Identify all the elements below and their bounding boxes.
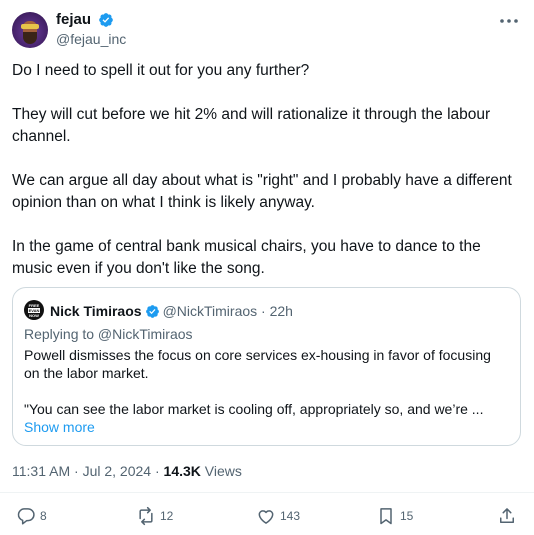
quoted-author-avatar: FREE EVAN NOW — [24, 300, 44, 320]
meta-separator: · — [154, 463, 160, 479]
bookmark-icon — [380, 508, 392, 525]
reply-button[interactable]: 8 — [16, 503, 47, 529]
meta-separator: · — [74, 463, 79, 479]
quoted-paragraph: "You can see the labor market is cooling… — [24, 401, 484, 417]
views-label: Views — [204, 463, 242, 479]
tweet-text: Do I need to spell it out for you any fu… — [12, 60, 524, 302]
quoted-tweet[interactable]: FREE EVAN NOW Nick Timiraos @NickTimirao… — [12, 287, 521, 446]
action-bar: 8 12 143 15 — [0, 503, 534, 529]
repost-count: 12 — [160, 509, 174, 523]
repost-icon — [139, 506, 153, 526]
tweet-paragraph: In the game of central bank musical chai… — [12, 238, 481, 277]
bookmark-count: 15 — [400, 509, 414, 523]
views-count: 14.3K — [163, 463, 201, 479]
share-icon — [500, 508, 514, 523]
share-button[interactable] — [497, 503, 517, 529]
author-handle[interactable]: @fejau_inc — [56, 30, 126, 48]
like-button[interactable]: 143 — [256, 503, 300, 529]
author-avatar[interactable] — [12, 12, 48, 48]
show-more-link[interactable]: Show more — [24, 418, 95, 436]
quoted-handle: @NickTimiraos — [162, 303, 258, 319]
author-display-name[interactable]: fejau — [56, 11, 91, 29]
reply-icon — [17, 508, 35, 525]
quoted-text: Powell dismisses the focus on core servi… — [24, 346, 510, 436]
tweet-paragraph: They will cut before we hit 2% and will … — [12, 106, 491, 145]
tweet-time[interactable]: 11:31 AM — [12, 463, 70, 479]
repost-button[interactable]: 12 — [136, 503, 173, 529]
verified-badge-icon — [145, 305, 159, 318]
tweet-header: fejau @fejau_inc — [12, 8, 522, 48]
quoted-paragraph: Powell dismisses the focus on core servi… — [24, 347, 491, 381]
reply-count: 8 — [40, 509, 47, 523]
bookmark-button[interactable]: 15 — [376, 503, 413, 529]
quoted-header: Nick Timiraos @NickTimiraos · 22h — [50, 302, 293, 320]
avatar-sunglasses — [21, 24, 39, 29]
verified-badge-icon — [99, 13, 114, 27]
quoted-display-name: Nick Timiraos — [50, 303, 142, 319]
avatar-beard — [23, 32, 37, 44]
tweet-paragraph: We can argue all day about what is "righ… — [12, 172, 512, 211]
tweet-meta: 11:31 AM · Jul 2, 2024 · 14.3K Views — [12, 462, 242, 480]
tweet-date[interactable]: Jul 2, 2024 — [83, 463, 152, 479]
tweet-paragraph: Do I need to spell it out for you any fu… — [12, 62, 310, 79]
like-count: 143 — [280, 509, 301, 523]
divider — [0, 492, 534, 493]
quoted-separator: · — [261, 303, 266, 319]
avatar-text-bottom: NOW — [29, 313, 39, 318]
more-icon[interactable] — [498, 12, 520, 30]
like-icon — [258, 510, 274, 524]
author-names: fejau @fejau_inc — [56, 11, 126, 48]
quoted-replying-to: Replying to @NickTimiraos — [24, 326, 193, 342]
quoted-time: 22h — [269, 303, 293, 319]
